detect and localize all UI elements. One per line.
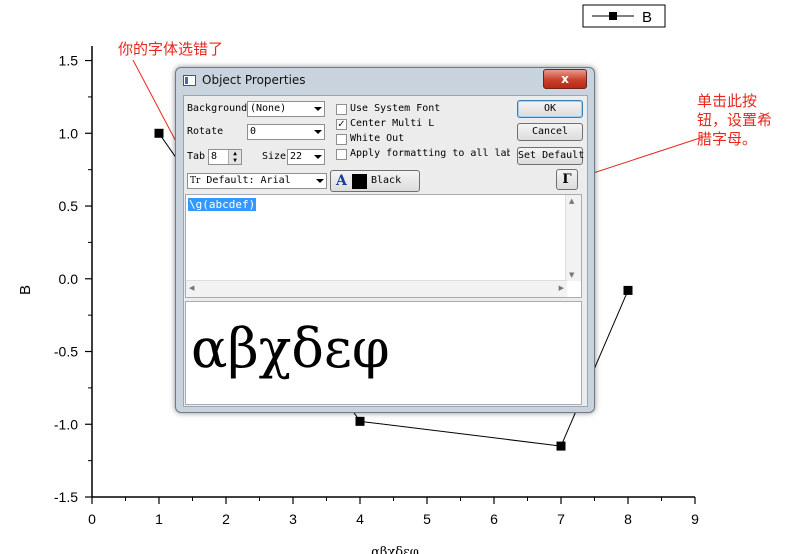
window-icon [183,75,196,86]
scroll-down-icon[interactable]: ▼ [569,271,574,279]
chevron-down-icon [314,107,322,111]
annotation-right-line: 钮，设置希 [697,111,773,129]
tab-value: 8 [211,151,218,162]
tab-stepper[interactable]: 8 ▲ ▼ [208,149,242,165]
background-label: Background [187,103,248,114]
font-value: Default: Arial [206,175,291,186]
size-value: 22 [290,151,303,162]
preview-pane: αβχδεφ [185,301,582,405]
apply-formatting-label: Apply formatting to all label [350,148,510,159]
size-label: Size [262,151,287,162]
spin-arrows-icon[interactable]: ▲ ▼ [228,150,241,164]
white-out-label: White Out [350,133,405,144]
color-value: Black [371,175,402,186]
dialog-title: Object Properties [202,73,306,87]
chevron-down-icon [314,155,322,159]
white-out-checkbox[interactable] [336,134,347,145]
horizontal-scrollbar[interactable]: ◀ ▶ [186,280,567,297]
vertical-scrollbar[interactable]: ▲ ▼ [565,195,581,281]
use-system-font-label: Use System Font [350,103,441,114]
annotation-left: 你的字体选错了 [118,40,224,58]
rotate-select[interactable]: 0 [247,124,325,140]
background-select[interactable]: (None) [247,101,325,117]
close-button[interactable]: x [543,69,587,89]
rotate-value: 0 [250,126,257,137]
chevron-down-icon [314,130,322,134]
object-properties-dialog: Object Properties x Background (None) Ro… [175,67,595,413]
font-type-icon: Tr [190,176,201,186]
size-select[interactable]: 22 [287,149,325,165]
tab-label: Tab [187,151,206,162]
editor-content: \g(abcdef) [188,198,257,211]
annotation-right: 单击此按 钮，设置希 腊字母。 [697,92,772,149]
center-multi-line-label: Center Multi L [350,118,435,129]
color-swatch [352,174,367,189]
apply-formatting-checkbox[interactable] [336,149,347,160]
ok-button[interactable]: OK [517,100,583,118]
use-system-font-checkbox[interactable] [336,104,347,115]
background-value: (None) [250,103,287,114]
preview-text: αβχδεφ [191,317,390,380]
set-default-button[interactable]: Set Default [517,147,584,165]
scroll-right-icon[interactable]: ▶ [559,284,564,292]
greek-button[interactable]: Γ [556,169,578,190]
rotate-label: Rotate [187,126,224,137]
text-color-icon: A [336,173,347,189]
annotation-right-line: 单击此按 [697,92,758,110]
text-editor[interactable]: \g(abcdef) ▲ ▼ ◀ ▶ [185,194,582,298]
center-multi-line-checkbox[interactable]: ✓ [336,119,347,130]
title-bar[interactable]: Object Properties x [176,68,594,94]
scroll-up-icon[interactable]: ▲ [569,197,574,205]
scroll-left-icon[interactable]: ◀ [189,284,194,292]
right-arrow [577,136,704,180]
cancel-button[interactable]: Cancel [517,123,583,141]
color-select[interactable]: A Black [330,170,420,192]
chevron-down-icon [316,179,324,183]
font-select[interactable]: Tr Default: Arial [187,173,327,189]
annotation-right-line: 腊字母。 [697,130,758,148]
